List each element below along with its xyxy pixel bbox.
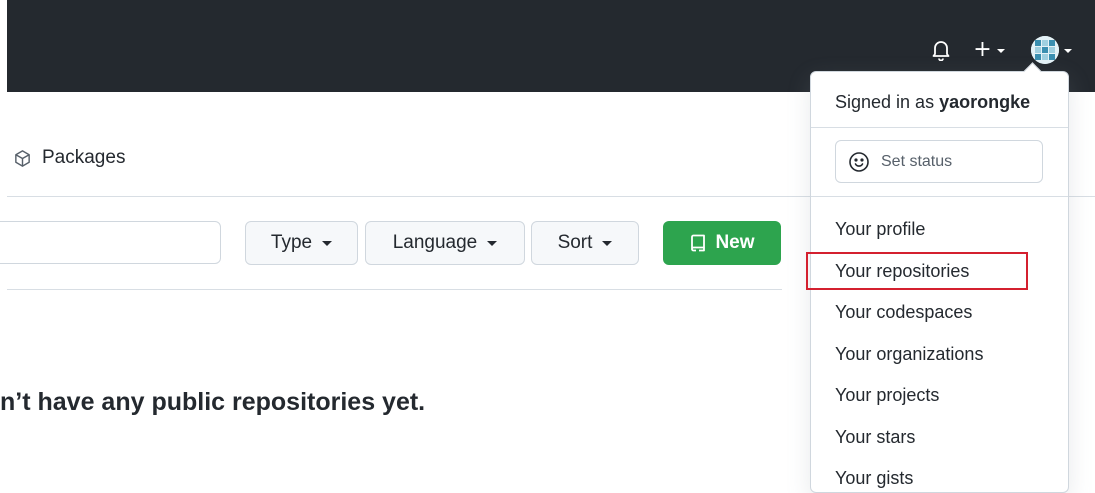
sort-filter-label: Sort bbox=[557, 232, 593, 253]
chevron-down-icon bbox=[322, 240, 333, 246]
filter-divider bbox=[7, 289, 782, 290]
type-filter-label: Type bbox=[270, 232, 313, 253]
plus-icon: + bbox=[973, 37, 992, 62]
highlight-annotation bbox=[806, 252, 1028, 290]
language-filter-label: Language bbox=[392, 232, 478, 253]
avatar bbox=[1030, 36, 1059, 64]
menu-item-your-organizations[interactable]: Your organizations bbox=[835, 344, 983, 365]
new-repository-button[interactable]: New bbox=[663, 221, 781, 265]
empty-state-message: n’t have any public repositories yet. bbox=[0, 388, 426, 416]
menu-item-your-stars[interactable]: Your stars bbox=[835, 427, 915, 448]
set-status-label: Set status bbox=[881, 152, 953, 170]
type-filter-button[interactable]: Type bbox=[245, 221, 358, 265]
signed-in-text: Signed in as yaorongke bbox=[835, 92, 1030, 113]
bell-icon[interactable] bbox=[929, 33, 953, 67]
tab-packages[interactable]: Packages bbox=[13, 147, 125, 169]
chevron-down-icon bbox=[1063, 49, 1072, 53]
language-filter-button[interactable]: Language bbox=[365, 221, 525, 265]
sort-filter-button[interactable]: Sort bbox=[531, 221, 639, 265]
smiley-icon bbox=[849, 151, 869, 172]
repo-icon bbox=[691, 234, 706, 252]
menu-item-your-profile[interactable]: Your profile bbox=[835, 219, 925, 240]
header-actions: + bbox=[915, 33, 1095, 67]
dropdown-divider bbox=[811, 127, 1068, 128]
new-button-label: New bbox=[715, 232, 755, 253]
chevron-down-icon bbox=[602, 240, 613, 246]
repository-search-input[interactable] bbox=[0, 221, 221, 264]
create-new-menu[interactable]: + bbox=[968, 33, 1010, 67]
chevron-down-icon bbox=[487, 240, 498, 246]
set-status-button[interactable]: Set status bbox=[835, 140, 1043, 183]
chevron-down-icon bbox=[996, 49, 1005, 53]
menu-item-your-codespaces[interactable]: Your codespaces bbox=[835, 302, 972, 323]
tab-packages-label: Packages bbox=[42, 147, 126, 168]
signed-in-prefix: Signed in as bbox=[835, 92, 935, 112]
menu-item-your-projects[interactable]: Your projects bbox=[835, 385, 939, 406]
dropdown-divider bbox=[811, 196, 1068, 197]
package-icon bbox=[15, 149, 30, 167]
menu-item-your-gists[interactable]: Your gists bbox=[835, 468, 913, 489]
signed-in-username: yaorongke bbox=[939, 92, 1031, 112]
